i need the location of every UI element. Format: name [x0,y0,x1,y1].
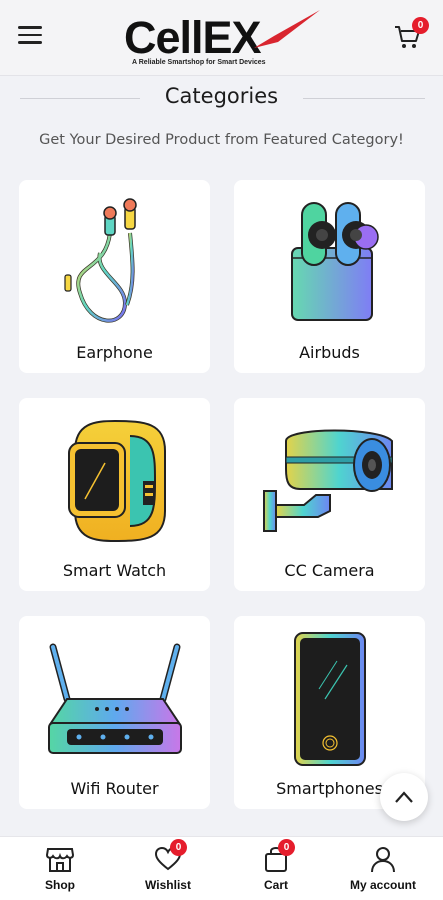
logo-swoosh-icon [254,10,320,48]
scroll-to-top-button[interactable] [380,773,428,821]
shop-icon [45,848,75,872]
nav-label: My account [349,878,416,892]
smartphone-icon [293,632,366,766]
divider-right [303,98,425,99]
category-card-airbuds[interactable]: Airbuds [234,180,425,373]
nav-label: Cart [263,878,288,892]
section-subtitle: Get Your Desired Product from Featured C… [39,132,404,148]
nav-shop[interactable]: Shop [10,845,110,897]
wifi-router-icon [47,643,182,754]
category-card-cc-camera[interactable]: CC Camera [234,398,425,591]
nav-my-account[interactable]: My account [333,845,433,897]
category-card-earphone[interactable]: Earphone [19,180,210,373]
section-title: Categories [164,84,279,108]
cc-camera-icon [262,429,393,532]
nav-label: Wishlist [145,878,191,892]
cart-count-badge: 0 [278,839,295,856]
user-icon [371,847,395,873]
wishlist-count-badge: 0 [170,839,187,856]
airbuds-icon [290,202,379,321]
top-bar: CellEX A Reliable Smartshop for Smart De… [0,0,443,76]
menu-icon[interactable] [18,26,42,48]
logo-tagline: A Reliable Smartshop for Smart Devices [132,59,266,66]
logo[interactable]: CellEX A Reliable Smartshop for Smart De… [124,8,324,70]
bottom-nav: Shop 0 Wishlist 0 Cart My account [0,836,443,900]
category-label: Wifi Router [70,779,159,798]
category-label: Smart Watch [62,561,167,580]
header-cart-button[interactable]: 0 [394,17,429,52]
category-label: Airbuds [299,343,360,362]
earphone-icon [63,198,137,323]
chevron-up-icon [395,791,413,803]
cart-count-badge: 0 [412,17,429,34]
category-label: Earphone [76,343,153,362]
nav-cart[interactable]: 0 Cart [226,839,326,897]
smart-watch-icon [67,419,166,543]
category-card-smart-watch[interactable]: Smart Watch [19,398,210,591]
category-card-wifi-router[interactable]: Wifi Router [19,616,210,809]
nav-label: Shop [45,878,75,892]
section-header: Categories [0,82,443,116]
category-label: CC Camera [284,561,375,580]
nav-wishlist[interactable]: 0 Wishlist [118,839,218,897]
